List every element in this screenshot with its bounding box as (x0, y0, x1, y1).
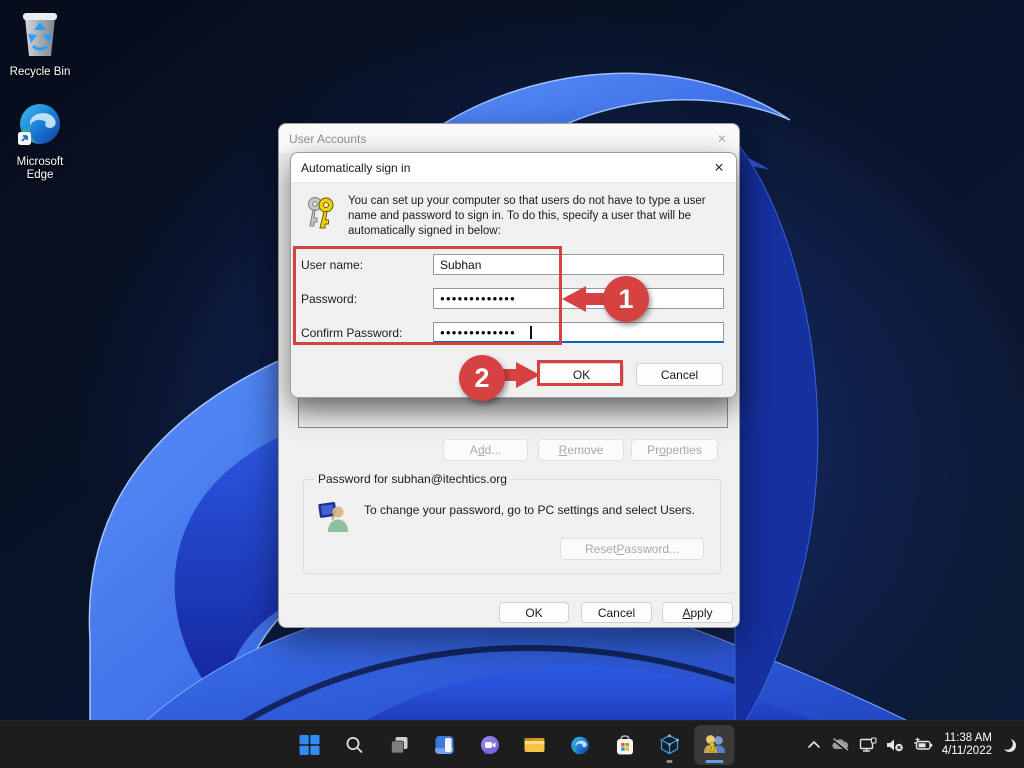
remove-user-button[interactable]: Remove (538, 439, 624, 461)
dialog-title: Automatically sign in (291, 161, 410, 175)
edge-icon (16, 100, 64, 148)
user-accounts-titlebar[interactable]: User Accounts × (279, 124, 739, 153)
taskbar-center-icons (290, 721, 735, 768)
user-accounts-taskbar-button[interactable] (695, 725, 735, 765)
outer-ok-button[interactable]: OK (499, 602, 569, 623)
edge-button[interactable] (560, 725, 600, 765)
windows-logo-icon (300, 735, 320, 755)
desktop-icon-label: Recycle Bin (2, 66, 78, 79)
active-indicator (706, 760, 724, 763)
auto-sign-in-titlebar[interactable]: Automatically sign in × (291, 153, 736, 183)
desktop-icon-recycle-bin[interactable]: Recycle Bin (2, 8, 78, 79)
close-icon[interactable]: × (711, 160, 727, 175)
dev-cube-icon (660, 734, 680, 756)
task-view-icon (390, 735, 410, 755)
volume-muted-icon[interactable] (886, 737, 904, 753)
recycle-bin-icon (17, 8, 63, 58)
dev-cube-app-button[interactable] (650, 725, 690, 765)
apply-button[interactable]: Apply (662, 602, 733, 623)
annotation-rect-ok (537, 360, 623, 386)
clock-time: 11:38 AM (942, 732, 992, 745)
chat-icon (479, 735, 500, 756)
system-tray: 11:38 AM 4/11/2022 (807, 721, 1018, 768)
edge-icon (569, 735, 590, 756)
reset-password-button[interactable]: Reset Password... (560, 538, 704, 560)
dialog-description: You can set up your computer so that use… (348, 194, 726, 239)
widgets-button[interactable] (425, 725, 465, 765)
close-icon[interactable]: × (714, 131, 730, 146)
network-icon[interactable] (859, 737, 877, 753)
properties-button[interactable]: Properties (631, 439, 718, 461)
onedrive-icon[interactable] (830, 737, 850, 753)
microsoft-store-button[interactable] (605, 725, 645, 765)
file-explorer-icon (524, 735, 546, 755)
desktop-icon-label: Microsoft Edge (2, 156, 78, 182)
add-user-button[interactable]: Add... (443, 439, 528, 461)
password-group-text: To change your password, go to PC settin… (364, 503, 709, 517)
taskbar: 11:38 AM 4/11/2022 (0, 720, 1024, 768)
file-explorer-button[interactable] (515, 725, 555, 765)
running-indicator (667, 760, 673, 763)
keys-icon (302, 193, 342, 233)
taskbar-clock[interactable]: 11:38 AM 4/11/2022 (942, 732, 992, 758)
task-view-button[interactable] (380, 725, 420, 765)
password-group-legend: Password for subhan@itechtics.org (314, 472, 511, 486)
widgets-icon (435, 735, 455, 755)
battery-charging-icon[interactable] (913, 737, 933, 753)
window-title: User Accounts (279, 132, 366, 146)
search-icon (345, 735, 365, 755)
annotation-step-2-badge: 2 (459, 355, 505, 401)
search-button[interactable] (335, 725, 375, 765)
annotation-rect-fields (293, 246, 562, 345)
password-groupbox: Password for subhan@itechtics.org To cha… (303, 479, 721, 574)
footer-divider (287, 593, 733, 594)
dialog-cancel-button[interactable]: Cancel (636, 363, 723, 386)
chat-button[interactable] (470, 725, 510, 765)
clock-date: 4/11/2022 (942, 745, 992, 758)
focus-moon-icon[interactable] (1001, 737, 1018, 754)
hidden-icons-chevron[interactable] (807, 738, 821, 752)
user-pc-icon (317, 500, 351, 534)
desktop-icon-microsoft-edge[interactable]: Microsoft Edge (2, 100, 78, 182)
microsoft-store-icon (614, 735, 635, 756)
user-accounts-icon (703, 734, 727, 756)
outer-cancel-button[interactable]: Cancel (581, 602, 652, 623)
start-button[interactable] (290, 725, 330, 765)
annotation-step-1-badge: 1 (603, 276, 649, 322)
